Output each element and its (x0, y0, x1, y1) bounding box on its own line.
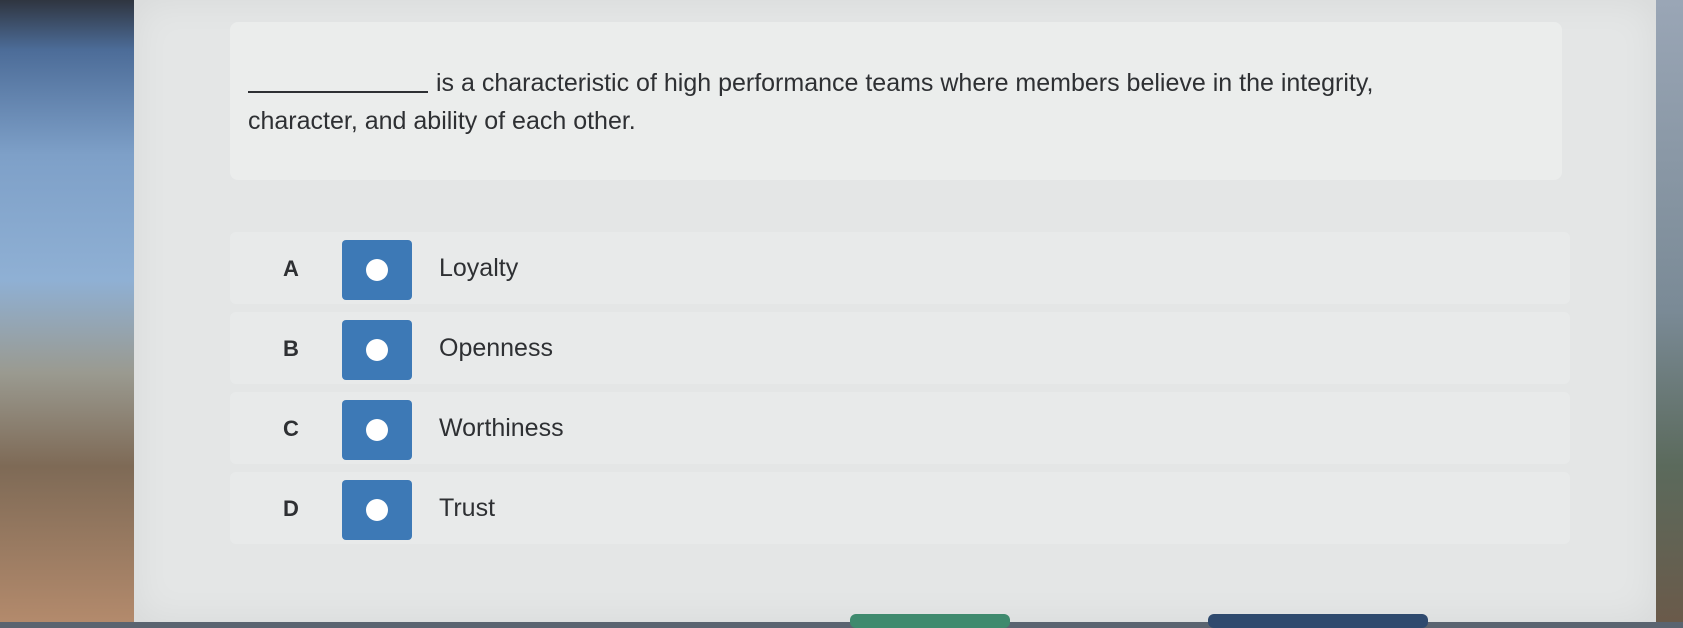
bottom-left-button[interactable] (850, 614, 1010, 628)
option-letter: B (283, 336, 299, 361)
radio-circle-icon (366, 499, 388, 521)
option-letter: A (283, 256, 299, 281)
bottom-right-button[interactable] (1208, 614, 1428, 628)
answer-blank (248, 91, 428, 93)
background-right (1653, 0, 1683, 622)
option-label: Openness (439, 334, 553, 362)
option-d-radio[interactable] (342, 480, 412, 540)
radio-circle-icon (366, 419, 388, 441)
option-label: Trust (439, 494, 496, 522)
option-c[interactable]: C Worthiness (230, 392, 1570, 464)
option-b[interactable]: B Openness (230, 312, 1570, 384)
radio-circle-icon (366, 339, 388, 361)
radio-circle-icon (366, 259, 388, 281)
option-label: Worthiness (439, 414, 564, 442)
option-letter: D (283, 496, 299, 521)
option-c-radio[interactable] (342, 400, 412, 460)
option-b-radio[interactable] (342, 320, 412, 380)
option-label: Loyalty (439, 254, 519, 282)
option-a[interactable]: A Loyalty (230, 232, 1570, 304)
background-left (0, 0, 140, 622)
option-letter: C (283, 416, 299, 441)
question-text: is a characteristic of high performance … (248, 64, 1468, 140)
option-d[interactable]: D Trust (230, 472, 1570, 544)
option-a-radio[interactable] (342, 240, 412, 300)
question-body: is a characteristic of high performance … (248, 69, 1374, 135)
